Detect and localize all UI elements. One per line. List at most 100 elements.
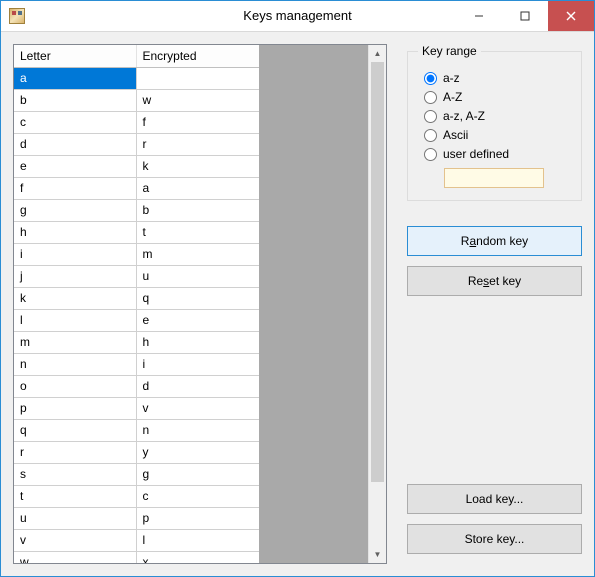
cell-letter[interactable]: r	[14, 442, 136, 464]
table-row[interactable]: sg	[14, 464, 259, 486]
scroll-down-icon[interactable]: ▼	[369, 546, 386, 563]
cell-encrypted[interactable]: y	[136, 442, 259, 464]
table-row[interactable]: up	[14, 508, 259, 530]
table-row[interactable]: ht	[14, 222, 259, 244]
radio-az[interactable]: a-z	[424, 71, 571, 85]
titlebar: Keys management	[1, 1, 594, 32]
cell-letter[interactable]: c	[14, 112, 136, 134]
table-row[interactable]: tc	[14, 486, 259, 508]
maximize-button[interactable]	[502, 1, 548, 31]
cell-encrypted[interactable]: f	[136, 112, 259, 134]
cell-letter[interactable]: e	[14, 156, 136, 178]
radio-azAZ-input[interactable]	[424, 110, 437, 123]
cell-letter[interactable]: t	[14, 486, 136, 508]
radio-ascii-input[interactable]	[424, 129, 437, 142]
cell-encrypted[interactable]: t	[136, 222, 259, 244]
cell-encrypted[interactable]: g	[136, 464, 259, 486]
table-row[interactable]: ek	[14, 156, 259, 178]
cell-encrypted[interactable]: p	[136, 508, 259, 530]
cell-letter[interactable]: q	[14, 420, 136, 442]
cell-letter[interactable]: a	[14, 68, 136, 90]
cell-encrypted[interactable]: b	[136, 200, 259, 222]
reset-key-button[interactable]: Reset key	[407, 266, 582, 296]
radio-user-label: user defined	[443, 147, 509, 161]
table-row[interactable]: im	[14, 244, 259, 266]
column-encrypted[interactable]: Encrypted	[136, 45, 259, 68]
cell-encrypted[interactable]: d	[136, 376, 259, 398]
cell-letter[interactable]: s	[14, 464, 136, 486]
radio-az-input[interactable]	[424, 72, 437, 85]
load-key-button[interactable]: Load key...	[407, 484, 582, 514]
cell-letter[interactable]: p	[14, 398, 136, 420]
scroll-thumb[interactable]	[371, 62, 384, 482]
table-row[interactable]: gb	[14, 200, 259, 222]
app-icon	[9, 8, 25, 24]
user-defined-input[interactable]	[444, 168, 544, 188]
key-range-group: Key range a-z A-Z a-z, A-Z Ascii	[407, 44, 582, 201]
table-row[interactable]: qn	[14, 420, 259, 442]
table-row[interactable]: ju	[14, 266, 259, 288]
cell-letter[interactable]: m	[14, 332, 136, 354]
cell-letter[interactable]: k	[14, 288, 136, 310]
cell-encrypted[interactable]: u	[136, 266, 259, 288]
table-row[interactable]: od	[14, 376, 259, 398]
table-row[interactable]: pv	[14, 398, 259, 420]
radio-ascii[interactable]: Ascii	[424, 128, 571, 142]
radio-AZ-input[interactable]	[424, 91, 437, 104]
cell-encrypted[interactable]: q	[136, 288, 259, 310]
random-key-button[interactable]: Random key	[407, 226, 582, 256]
cell-encrypted[interactable]: n	[136, 420, 259, 442]
table-row[interactable]: ni	[14, 354, 259, 376]
cell-letter[interactable]: i	[14, 244, 136, 266]
table-row[interactable]: ry	[14, 442, 259, 464]
cell-letter[interactable]: u	[14, 508, 136, 530]
cell-letter[interactable]: b	[14, 90, 136, 112]
radio-user[interactable]: user defined	[424, 147, 571, 161]
table-row[interactable]: wx	[14, 552, 259, 564]
table-row[interactable]: vl	[14, 530, 259, 552]
close-button[interactable]	[548, 1, 594, 31]
vertical-scrollbar[interactable]: ▲ ▼	[368, 45, 386, 563]
cell-encrypted[interactable]: w	[136, 90, 259, 112]
cell-letter[interactable]: l	[14, 310, 136, 332]
cell-encrypted[interactable]: a	[136, 178, 259, 200]
cell-letter[interactable]: w	[14, 552, 136, 564]
radio-AZ[interactable]: A-Z	[424, 90, 571, 104]
radio-user-input[interactable]	[424, 148, 437, 161]
cell-letter[interactable]: d	[14, 134, 136, 156]
table-row[interactable]: mh	[14, 332, 259, 354]
cell-encrypted[interactable]: o	[136, 68, 259, 90]
cell-letter[interactable]: h	[14, 222, 136, 244]
table-row[interactable]: le	[14, 310, 259, 332]
table-row[interactable]: ao	[14, 68, 259, 90]
cell-letter[interactable]: j	[14, 266, 136, 288]
column-letter[interactable]: Letter	[14, 45, 136, 68]
radio-azAZ-label: a-z, A-Z	[443, 109, 485, 123]
minimize-button[interactable]	[456, 1, 502, 31]
cell-encrypted[interactable]: m	[136, 244, 259, 266]
table-row[interactable]: bw	[14, 90, 259, 112]
cell-encrypted[interactable]: e	[136, 310, 259, 332]
cell-encrypted[interactable]: v	[136, 398, 259, 420]
cell-letter[interactable]: n	[14, 354, 136, 376]
cell-encrypted[interactable]: l	[136, 530, 259, 552]
cell-encrypted[interactable]: h	[136, 332, 259, 354]
key-grid[interactable]: Letter Encrypted aobwcfdrekfagbhtimjukql…	[13, 44, 387, 564]
table-row[interactable]: kq	[14, 288, 259, 310]
table-row[interactable]: fa	[14, 178, 259, 200]
cell-encrypted[interactable]: r	[136, 134, 259, 156]
store-key-button[interactable]: Store key...	[407, 524, 582, 554]
cell-encrypted[interactable]: k	[136, 156, 259, 178]
cell-letter[interactable]: v	[14, 530, 136, 552]
table-row[interactable]: cf	[14, 112, 259, 134]
radio-azAZ[interactable]: a-z, A-Z	[424, 109, 571, 123]
cell-encrypted[interactable]: i	[136, 354, 259, 376]
cell-letter[interactable]: o	[14, 376, 136, 398]
cell-encrypted[interactable]: x	[136, 552, 259, 564]
table-row[interactable]: dr	[14, 134, 259, 156]
right-pane: Key range a-z A-Z a-z, A-Z Ascii	[407, 44, 582, 564]
cell-encrypted[interactable]: c	[136, 486, 259, 508]
scroll-up-icon[interactable]: ▲	[369, 45, 386, 62]
cell-letter[interactable]: g	[14, 200, 136, 222]
cell-letter[interactable]: f	[14, 178, 136, 200]
